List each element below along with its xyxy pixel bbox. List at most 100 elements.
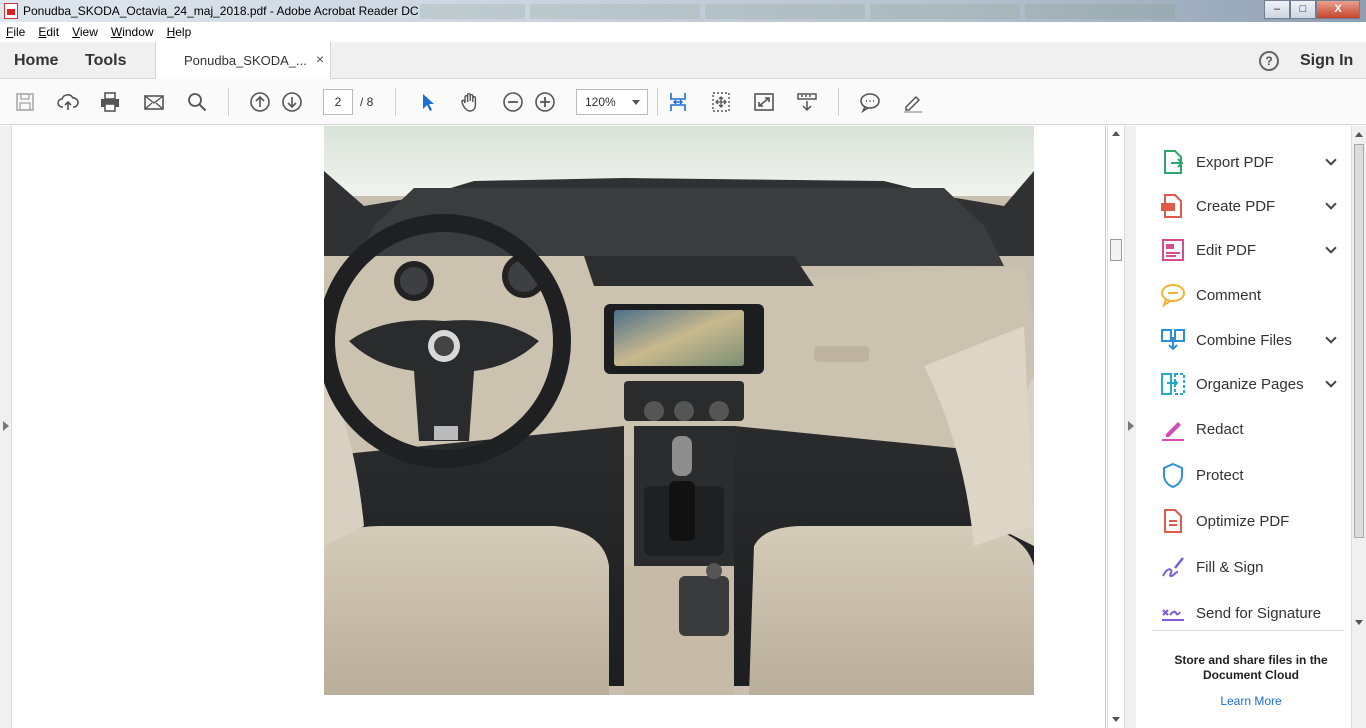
optimize-pdf-icon: [1164, 509, 1182, 533]
toolbar-divider: [838, 88, 839, 116]
chevron-down-icon[interactable]: [1325, 332, 1337, 344]
close-tab-icon[interactable]: ×: [316, 51, 324, 67]
chevron-down-icon[interactable]: [1325, 242, 1337, 254]
edit-pdf-icon: [1162, 239, 1184, 261]
minimize-button[interactable]: –: [1264, 0, 1290, 19]
chevron-down-icon[interactable]: [1325, 198, 1337, 210]
read-mode-icon[interactable]: [794, 89, 820, 115]
zoom-out-icon[interactable]: [500, 89, 526, 115]
comment-toolbar-icon[interactable]: [857, 89, 883, 115]
tool-label: Optimize PDF: [1196, 512, 1290, 530]
next-page-icon[interactable]: [279, 89, 305, 115]
scroll-up-icon[interactable]: [1355, 132, 1363, 137]
tab-bar: Home Tools Ponudba_SKODA_... × ? Sign In: [0, 42, 1366, 79]
toolbar: [0, 79, 1366, 125]
highlight-pen-icon[interactable]: [900, 89, 926, 115]
tool-label: Protect: [1196, 466, 1244, 484]
hand-tool-icon[interactable]: [457, 89, 483, 115]
tool-create-pdf[interactable]: Create PDF: [1160, 191, 1337, 221]
toolbar-divider: [657, 88, 658, 116]
scroll-down-icon[interactable]: [1112, 717, 1120, 722]
menu-bar: File Edit View Window Help: [0, 22, 1366, 42]
zoom-value: 120%: [585, 95, 616, 109]
scroll-down-icon[interactable]: [1355, 620, 1363, 625]
help-icon[interactable]: ?: [1259, 51, 1279, 71]
tool-label: Combine Files: [1196, 331, 1292, 349]
background-window-tab: [1025, 4, 1175, 19]
background-window-tab: [705, 4, 865, 19]
tool-fill-sign[interactable]: Fill & Sign: [1160, 552, 1335, 582]
page-number-input[interactable]: 2: [323, 89, 353, 115]
combine-files-icon: [1161, 329, 1185, 351]
tool-label: Fill & Sign: [1196, 558, 1264, 576]
right-panel-toggle[interactable]: [1124, 126, 1136, 728]
document-scrollbar[interactable]: [1107, 126, 1124, 728]
tool-label: Send for Signature: [1196, 604, 1322, 622]
maximize-button[interactable]: □: [1290, 0, 1316, 19]
tools-pane-scrollbar[interactable]: [1351, 126, 1366, 728]
fill-sign-icon: [1162, 557, 1184, 578]
previous-page-icon[interactable]: [247, 89, 273, 115]
expand-left-icon: [3, 421, 9, 431]
tool-comment[interactable]: Comment: [1160, 280, 1335, 310]
scrollbar-thumb[interactable]: [1110, 239, 1122, 261]
tool-label: Organize Pages: [1196, 375, 1304, 393]
comment-icon: [1161, 284, 1185, 308]
menu-window[interactable]: Window: [111, 25, 154, 39]
tool-protect[interactable]: Protect: [1160, 460, 1335, 490]
chevron-down-icon[interactable]: [1325, 154, 1337, 166]
chevron-down-icon[interactable]: [1325, 376, 1337, 388]
car-interior-photo: [324, 126, 1034, 695]
menu-edit[interactable]: Edit: [38, 25, 59, 39]
upload-cloud-icon[interactable]: [55, 89, 81, 115]
document-cloud-promo: Store and share files in the Document Cl…: [1174, 653, 1328, 682]
save-icon[interactable]: [12, 89, 38, 115]
document-tab-label: Ponudba_SKODA_...: [184, 53, 307, 68]
scrollbar-thumb[interactable]: [1354, 144, 1364, 538]
zoom-select[interactable]: 120%: [576, 89, 648, 115]
tool-optimize-pdf[interactable]: Optimize PDF: [1160, 506, 1335, 536]
menu-help[interactable]: Help: [167, 25, 192, 39]
tool-organize-pages[interactable]: Organize Pages: [1160, 369, 1337, 399]
send-signature-icon: [1162, 609, 1184, 621]
window-title: Ponudba_SKODA_Octavia_24_maj_2018.pdf - …: [23, 4, 419, 18]
tab-document[interactable]: Ponudba_SKODA_... ×: [155, 42, 331, 79]
tool-label: Edit PDF: [1196, 241, 1257, 259]
tool-label: Export PDF: [1196, 153, 1274, 171]
acrobat-app-icon: [4, 3, 18, 19]
search-icon[interactable]: [184, 89, 210, 115]
left-panel-toggle[interactable]: [0, 126, 12, 728]
tab-home[interactable]: Home: [14, 52, 58, 70]
fit-width-icon[interactable]: [665, 89, 691, 115]
collapse-right-panel-icon: [1128, 421, 1134, 431]
tool-export-pdf[interactable]: Export PDF: [1160, 147, 1337, 177]
print-icon[interactable]: [97, 89, 123, 115]
full-screen-icon[interactable]: [751, 89, 777, 115]
redact-icon: [1162, 422, 1184, 441]
tool-label: Create PDF: [1196, 197, 1276, 215]
tool-label: Comment: [1196, 286, 1262, 304]
close-window-button[interactable]: X: [1316, 0, 1360, 19]
tool-redact[interactable]: Redact: [1160, 414, 1335, 444]
page-total-label: / 8: [360, 95, 374, 109]
toolbar-divider: [228, 88, 229, 116]
email-icon[interactable]: [141, 89, 167, 115]
title-bar: Ponudba_SKODA_Octavia_24_maj_2018.pdf - …: [0, 0, 1366, 22]
tool-edit-pdf[interactable]: Edit PDF: [1160, 235, 1337, 265]
learn-more-link[interactable]: Learn More: [1152, 694, 1350, 708]
organize-pages-icon: [1161, 373, 1185, 395]
tool-send-for-signature[interactable]: Send for Signature: [1160, 598, 1335, 628]
menu-file[interactable]: File: [6, 25, 25, 39]
tools-pane: Export PDF Create PDF Edit PDF Comment C…: [1136, 126, 1351, 728]
tool-combine-files[interactable]: Combine Files: [1160, 325, 1337, 355]
scroll-up-icon[interactable]: [1112, 131, 1120, 136]
tools-divider: [1152, 630, 1344, 631]
sign-in-link[interactable]: Sign In: [1300, 52, 1353, 70]
chevron-down-icon: [632, 100, 640, 105]
fit-page-icon[interactable]: [708, 89, 734, 115]
menu-view[interactable]: View: [72, 25, 98, 39]
tab-tools[interactable]: Tools: [85, 52, 126, 70]
background-window-tab: [530, 4, 700, 19]
zoom-in-icon[interactable]: [532, 89, 558, 115]
select-cursor-icon[interactable]: [414, 89, 440, 115]
